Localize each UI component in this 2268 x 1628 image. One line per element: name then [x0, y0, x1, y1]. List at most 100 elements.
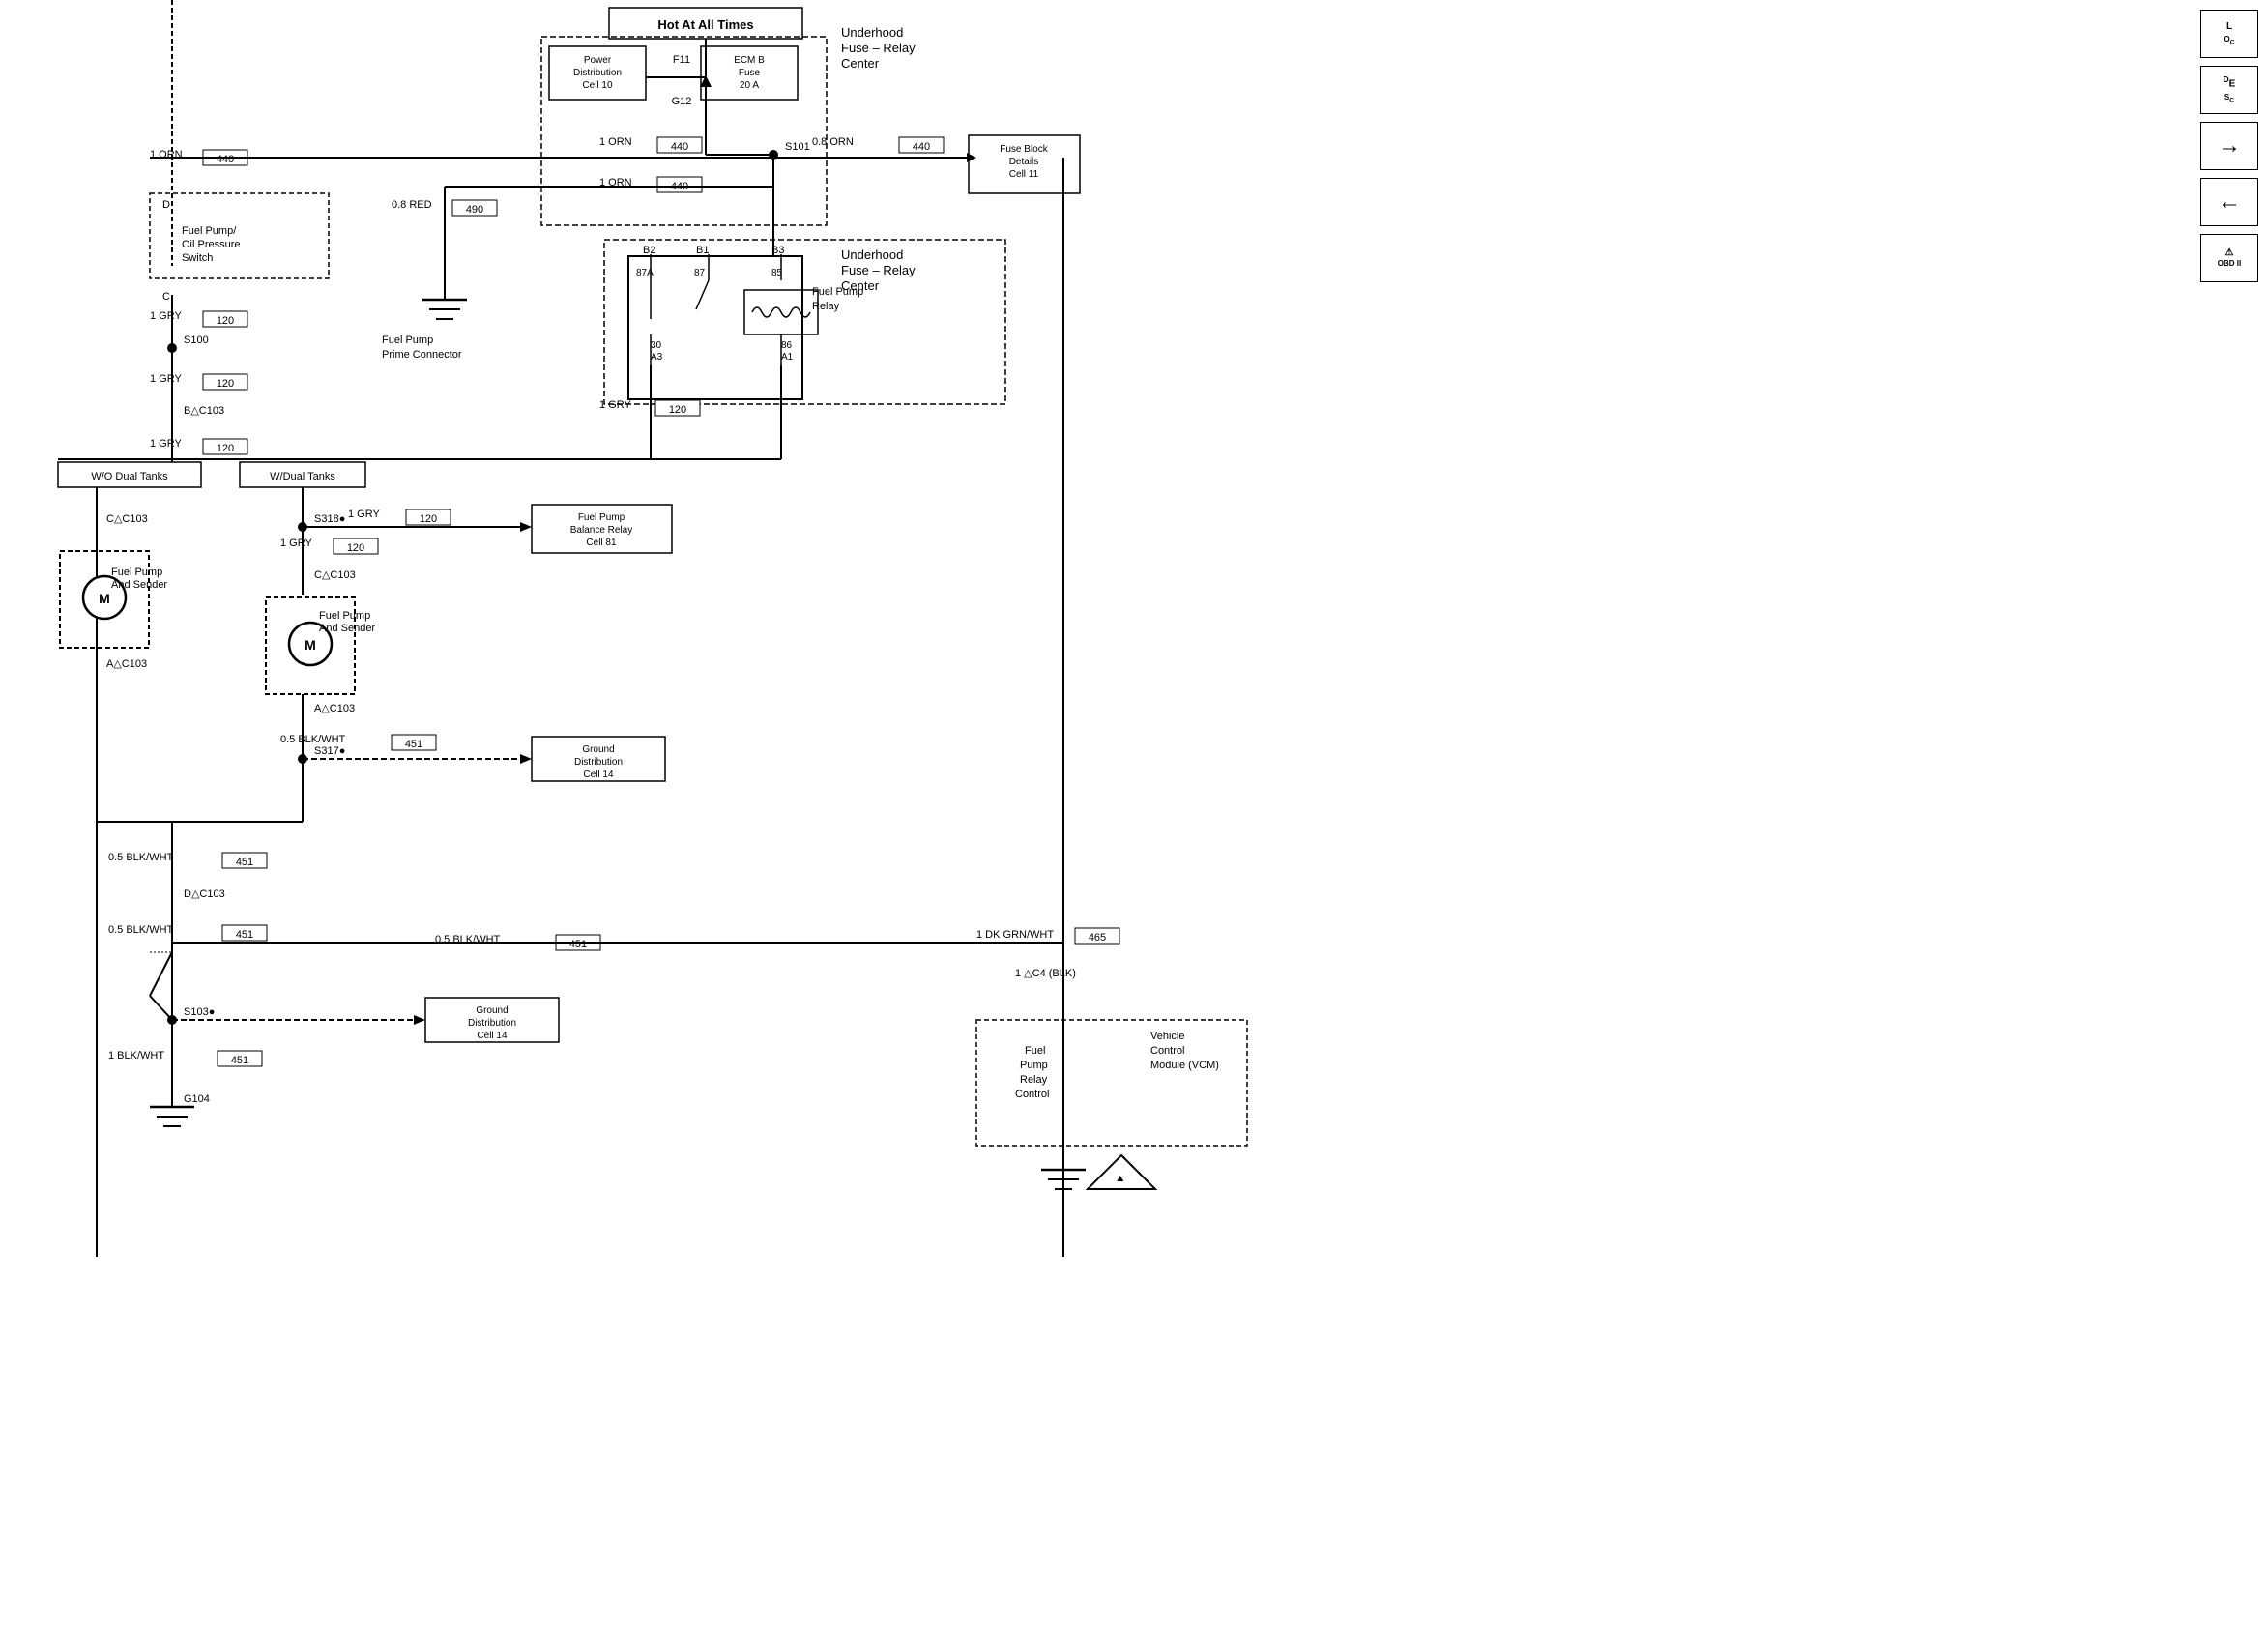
- diagram-container: Hot At All Times Underhood Fuse – Relay …: [0, 0, 2268, 1628]
- ecm-b-fuse-label-3: 20 A: [740, 80, 759, 91]
- b-c103-label: B△C103: [184, 405, 224, 417]
- 87-label: 87: [694, 268, 706, 278]
- ecm-b-fuse-label-2: Fuse: [739, 68, 761, 78]
- d-connector-label: D: [162, 199, 170, 211]
- wire-1orn-label-1: 1 ORN: [150, 149, 183, 160]
- wire-08red-label: 0.8 RED: [392, 199, 432, 211]
- w-dual-tanks-label: W/Dual Tanks: [270, 471, 335, 482]
- wire-1blkwht-label: 1 BLK/WHT: [108, 1050, 164, 1061]
- b1-label: B1: [696, 245, 709, 256]
- fuel-pump-oil-sw-label-1: Fuel Pump/: [182, 225, 237, 237]
- wire-120-s318: 120: [420, 513, 437, 525]
- a1-label: A1: [781, 352, 794, 363]
- wire-120-label-2: 120: [217, 378, 234, 390]
- fuel-pump-balance-label-1: Fuel Pump: [578, 512, 625, 523]
- wire-1gry-label-3: 1 GRY: [150, 438, 182, 450]
- ground-dist-14-lower-label-1: Ground: [476, 1005, 508, 1016]
- fuel-pump-sender-1-label-1: Fuel Pump: [111, 567, 162, 578]
- fuel-pump-sender-2-label-1: Fuel Pump: [319, 610, 370, 622]
- c-connector-label: C: [162, 291, 170, 303]
- fuel-pump-relay-ctrl-label-3: Relay: [1020, 1074, 1048, 1086]
- wire-465-label: 465: [1089, 932, 1106, 944]
- right-panel: LOC DESC → ← ⚠OBD II: [2200, 10, 2258, 282]
- loc-button[interactable]: LOC: [2200, 10, 2258, 58]
- wire-1gry-label-2: 1 GRY: [150, 373, 182, 385]
- c4-blk-label: 1 △C4 (BLK): [1015, 968, 1076, 979]
- obd2-button[interactable]: ⚠OBD II: [2200, 234, 2258, 282]
- fuse-block-details-label-3: Cell 11: [1009, 169, 1039, 180]
- wire-451-across: 451: [569, 939, 587, 950]
- desc-icon: DESC: [2224, 74, 2236, 105]
- wire-451-d-c103: 451: [236, 929, 253, 941]
- forward-arrow-icon: →: [2218, 132, 2241, 160]
- obd2-icon: ⚠OBD II: [2218, 247, 2241, 269]
- forward-button[interactable]: →: [2200, 122, 2258, 170]
- backward-button[interactable]: ←: [2200, 178, 2258, 226]
- wire-120-below-s318: 120: [347, 542, 364, 554]
- ecm-b-fuse-label: ECM B: [734, 55, 765, 66]
- underhood-fuse-relay-label-1: Underhood: [841, 25, 903, 40]
- b2-label: B2: [643, 245, 655, 256]
- fuel-pump-prime-label-2: Prime Connector: [382, 349, 462, 361]
- s101-label: S101: [785, 141, 810, 153]
- vehicle-ctrl-label-3: Module (VCM): [1150, 1060, 1219, 1071]
- power-dist-label: Power: [584, 55, 612, 66]
- g104-label: G104: [184, 1093, 210, 1105]
- wire-05blkwht-right-1: 0.5 BLK/WHT: [280, 734, 346, 745]
- ground-dist-14-upper-label-1: Ground: [582, 744, 614, 755]
- wire-05blkwht-across: 0.5 BLK/WHT: [435, 934, 501, 945]
- wiring-diagram-svg: Hot At All Times Underhood Fuse – Relay …: [0, 0, 2268, 1628]
- wire-05blkwht-d-c103: 0.5 BLK/WHT: [108, 924, 174, 936]
- s317-label: S317●: [314, 745, 345, 757]
- ground-dist-14-upper-label-3: Cell 14: [583, 770, 614, 780]
- motor-1-symbol: M: [99, 591, 110, 606]
- fuel-pump-relay-ctrl-label-4: Control: [1015, 1089, 1049, 1100]
- ground-dist-14-upper-label-2: Distribution: [574, 757, 623, 768]
- fuse-block-details-label: Fuse Block: [1000, 144, 1048, 155]
- wire-120-relay-label: 120: [669, 404, 686, 416]
- fuel-pump-oil-sw-label-2: Oil Pressure: [182, 239, 241, 250]
- wire-451-blkwht: 451: [231, 1055, 248, 1066]
- fuel-pump-sender-2-label-2: And Sender: [319, 623, 375, 634]
- fuel-pump-oil-sw-label-3: Switch: [182, 252, 213, 264]
- wire-1gry-below-s318: 1 GRY: [280, 538, 312, 549]
- 86-label: 86: [781, 340, 793, 351]
- wire-1gry-s318: 1 GRY: [348, 509, 380, 520]
- desc-button[interactable]: DESC: [2200, 66, 2258, 114]
- 30-label: 30: [651, 340, 662, 351]
- wire-451-right-1: 451: [405, 739, 422, 750]
- b3-label: B3: [771, 245, 784, 256]
- wire-451-join-1: 451: [236, 857, 253, 868]
- a-c103-left-label: A△C103: [106, 658, 147, 670]
- wire-05blkwht-join-1: 0.5 BLK/WHT: [108, 852, 174, 863]
- wire-440-s101-r: 440: [913, 141, 930, 153]
- underhood-fuse-relay-label-2: Fuse – Relay: [841, 41, 916, 55]
- underhood-fuse-relay-label-3: Center: [841, 56, 880, 71]
- fuel-pump-sender-1-label-2: And Sender: [111, 579, 167, 591]
- vcm-mountain-symbol: ⛰: [1117, 1174, 1124, 1183]
- wire-120-label-1: 120: [217, 315, 234, 327]
- g12-label: G12: [672, 96, 692, 107]
- fuel-pump-relay-ctrl-label-1: Fuel: [1025, 1045, 1045, 1057]
- a-c103-right-label: A△C103: [314, 703, 355, 714]
- fuel-pump-relay-ctrl-label-2: Pump: [1020, 1060, 1048, 1071]
- fuel-pump-prime-label-1: Fuel Pump: [382, 334, 433, 346]
- wire-490-label: 490: [466, 204, 483, 216]
- a3-label: A3: [651, 352, 663, 363]
- c-c103-right-label: C△C103: [314, 569, 356, 581]
- wire-440-s101-1: 440: [671, 141, 688, 153]
- wire-1dkgrnwht-label: 1 DK GRN/WHT: [976, 929, 1054, 941]
- f11-label: F11: [673, 54, 690, 66]
- wire-1gry-label-1: 1 GRY: [150, 310, 182, 322]
- fuse-block-details-label-2: Details: [1009, 157, 1039, 167]
- fuel-pump-balance-label-3: Cell 81: [586, 538, 617, 548]
- ground-dist-14-lower-label-2: Distribution: [468, 1018, 516, 1029]
- wire-440-label-1: 440: [217, 154, 234, 165]
- fuel-pump-relay-label-2: Relay: [812, 301, 840, 312]
- underhood-fuse-relay-2-label-3: Center: [841, 278, 880, 293]
- wire-08orn-label: 0.8 ORN: [812, 136, 854, 148]
- ground-dist-14-lower-label-3: Cell 14: [477, 1031, 508, 1041]
- s100-label: S100: [184, 334, 209, 346]
- loc-icon: LOC: [2224, 20, 2234, 47]
- c-c103-left-label: C△C103: [106, 513, 148, 525]
